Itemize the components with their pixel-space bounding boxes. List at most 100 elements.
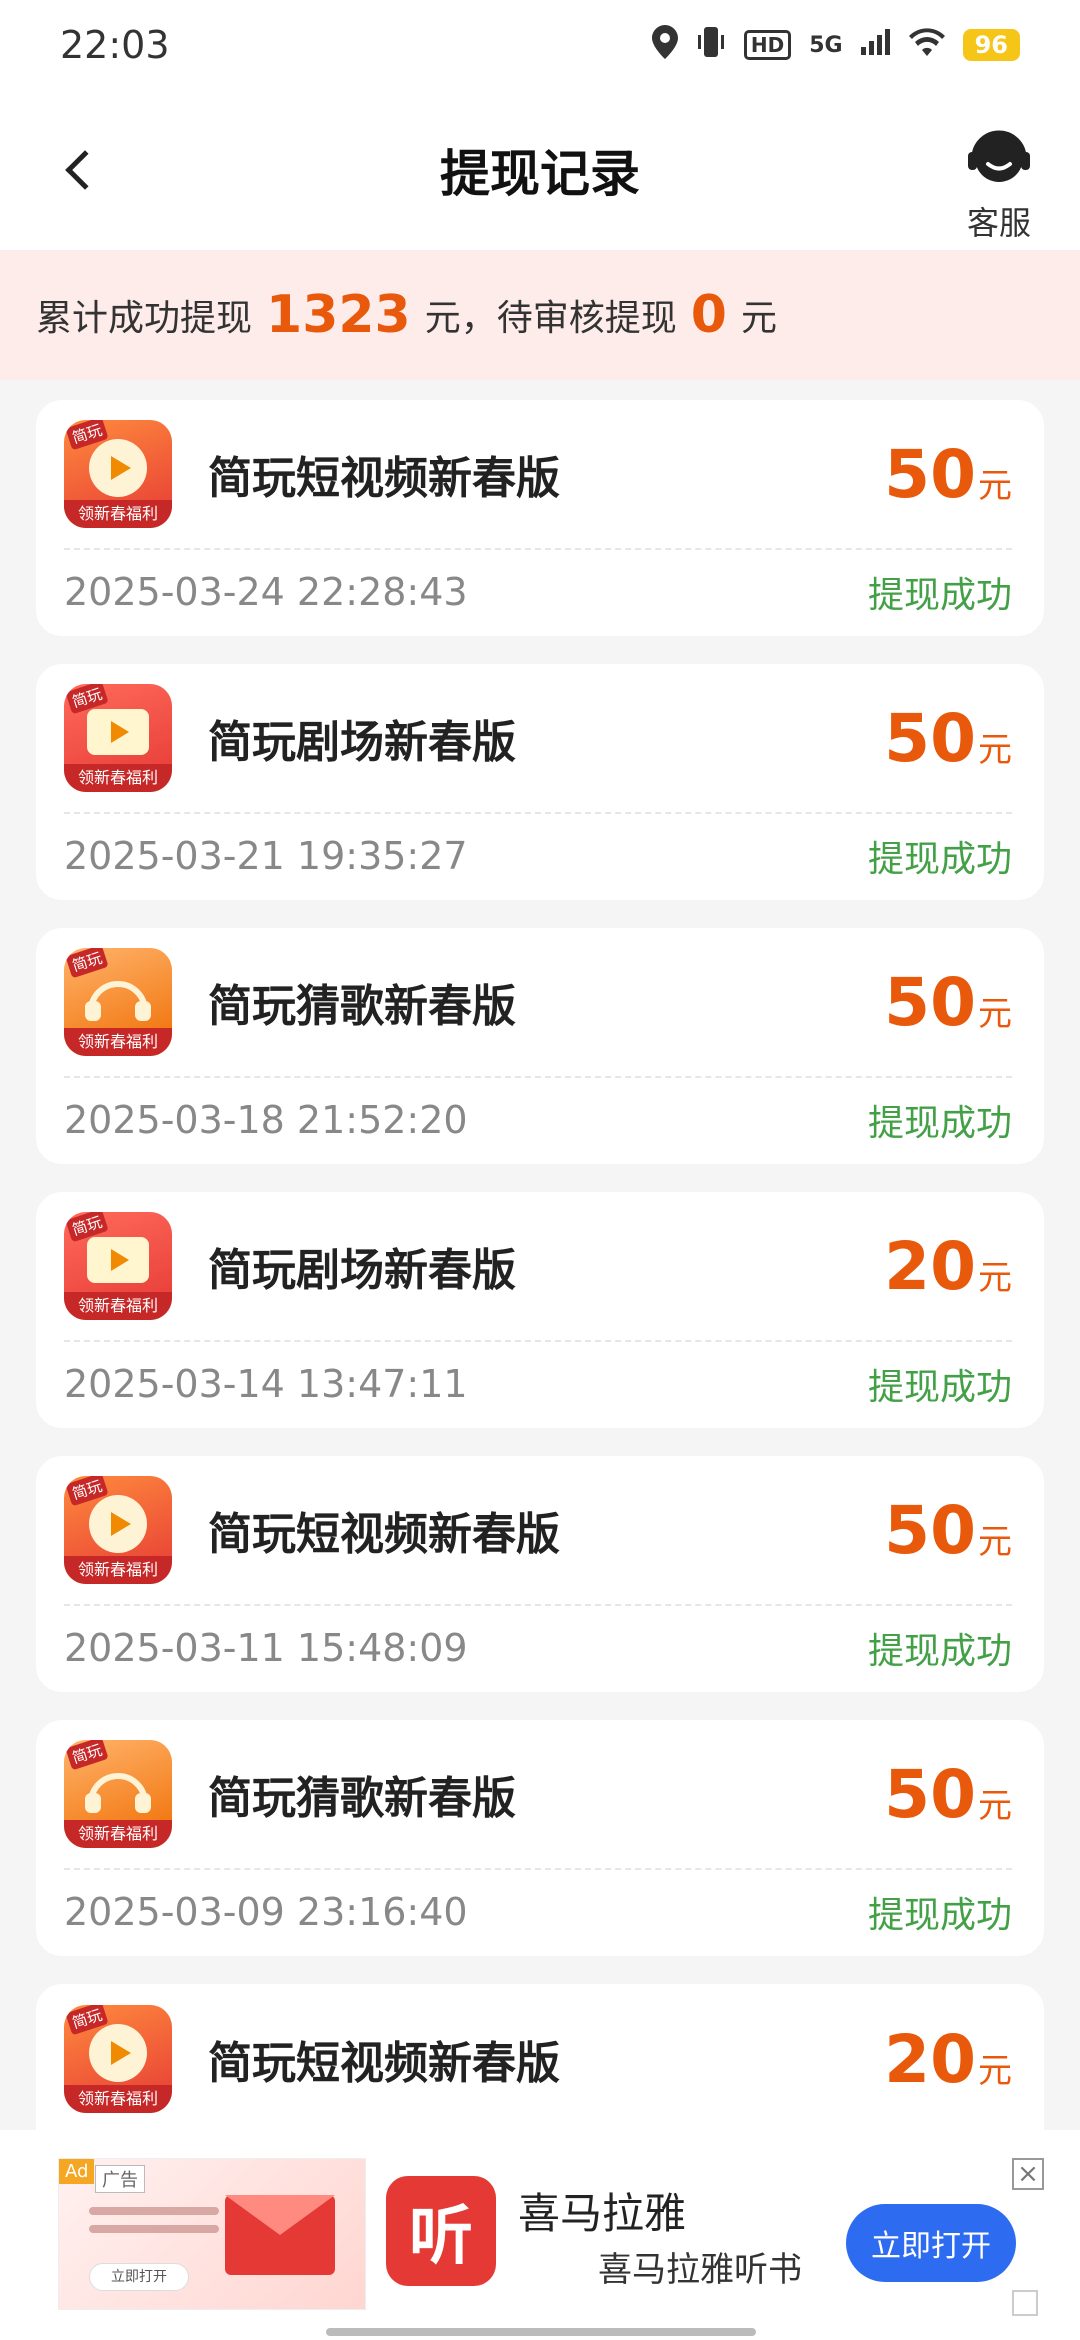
app-icon-ribbon: 领新春福利 <box>64 1028 172 1056</box>
record-card[interactable]: 简玩 领新春福利 简玩短视频新春版 50 元 2025-03-11 15:48:… <box>36 1456 1044 1692</box>
amount-value: 50 <box>884 963 976 1041</box>
location-icon <box>651 24 678 66</box>
record-status: 提现成功 <box>867 1631 1012 1672</box>
app-name: 简玩猜歌新春版 <box>208 981 516 1032</box>
app-icon: 简玩 领新春福利 <box>64 1212 172 1320</box>
headphones-icon <box>83 1763 153 1813</box>
app-icon: 简玩 领新春福利 <box>64 1740 172 1848</box>
summary-pending: 0 <box>690 285 727 345</box>
record-amount: 50 元 <box>884 436 1012 513</box>
ad-thumbnail[interactable]: Ad 广告 立即打开 <box>58 2158 366 2310</box>
ximalaya-logo-icon: 听 <box>386 2176 496 2286</box>
play-icon <box>89 1494 147 1553</box>
ad-open-button[interactable]: 立即打开 <box>846 2204 1016 2282</box>
record-status: 提现成功 <box>867 839 1012 880</box>
app-name: 简玩猜歌新春版 <box>208 1773 516 1824</box>
summary-prefix: 累计成功提现 <box>36 298 253 339</box>
app-icon: 简玩 领新春福利 <box>64 2005 172 2113</box>
record-card-bottom: 2025-03-14 13:47:11 提现成功 <box>64 1342 1012 1426</box>
record-card[interactable]: 简玩 领新春福利 简玩短视频新春版 50 元 2025-03-24 22:28:… <box>36 400 1044 636</box>
page-title: 提现记录 <box>440 145 640 203</box>
ad-close-icon[interactable]: × <box>1012 2158 1044 2190</box>
service-label: 客服 <box>966 204 1031 242</box>
record-card[interactable]: 简玩 领新春福利 简玩短视频新春版 20 元 <box>36 1984 1044 2144</box>
status-bar: 22:03 HD 5G 96 <box>0 0 1080 90</box>
app-icon-ribbon: 领新春福利 <box>64 2085 172 2113</box>
record-card-top: 简玩 领新春福利 简玩剧场新春版 50 元 <box>64 664 1012 814</box>
record-amount: 20 元 <box>884 1228 1012 1305</box>
ad-thumb-text-lines <box>89 2207 219 2243</box>
record-card[interactable]: 简玩 领新春福利 简玩剧场新春版 20 元 2025-03-14 13:47:1… <box>36 1192 1044 1428</box>
app-icon-ribbon: 领新春福利 <box>64 764 172 792</box>
record-card-bottom: 2025-03-11 15:48:09 提现成功 <box>64 1606 1012 1690</box>
record-card-bottom: 2025-03-21 19:35:27 提现成功 <box>64 814 1012 898</box>
headphones-icon <box>83 971 153 1021</box>
app-icon: 简玩 领新春福利 <box>64 684 172 792</box>
nav-bar: 提现记录 客服 <box>0 90 1080 250</box>
app-icon-ribbon: 领新春福利 <box>64 500 172 528</box>
record-time: 2025-03-14 13:47:11 <box>64 1362 468 1406</box>
record-amount: 50 元 <box>884 1492 1012 1569</box>
record-time: 2025-03-18 21:52:20 <box>64 1098 468 1142</box>
summary-total: 1323 <box>266 285 411 345</box>
record-card-top: 简玩 领新春福利 简玩剧场新春版 20 元 <box>64 1192 1012 1342</box>
record-card-bottom: 2025-03-09 23:16:40 提现成功 <box>64 1870 1012 1954</box>
hd-icon: HD <box>743 30 792 60</box>
status-icons: HD 5G 96 <box>651 24 1020 66</box>
record-time: 2025-03-24 22:28:43 <box>64 570 468 614</box>
amount-unit: 元 <box>978 465 1012 506</box>
record-card-bottom: 2025-03-18 21:52:20 提现成功 <box>64 1078 1012 1162</box>
vibrate-icon <box>696 25 726 66</box>
amount-value: 50 <box>884 699 976 777</box>
record-card[interactable]: 简玩 领新春福利 简玩剧场新春版 50 元 2025-03-21 19:35:2… <box>36 664 1044 900</box>
record-card-top: 简玩 领新春福利 简玩短视频新春版 20 元 <box>64 1984 1012 2134</box>
app-icon: 简玩 领新春福利 <box>64 948 172 1056</box>
amount-unit: 元 <box>978 1521 1012 1562</box>
customer-service-button[interactable]: 客服 <box>966 126 1032 244</box>
play-icon <box>89 2023 147 2082</box>
app-name: 简玩短视频新春版 <box>208 1509 560 1560</box>
record-status: 提现成功 <box>867 575 1012 616</box>
record-status: 提现成功 <box>867 1103 1012 1144</box>
record-card[interactable]: 简玩 领新春福利 简玩猜歌新春版 50 元 2025-03-09 23:16:4… <box>36 1720 1044 1956</box>
record-card-top: 简玩 领新春福利 简玩短视频新春版 50 元 <box>64 400 1012 550</box>
summary-suffix: 元 <box>740 298 777 339</box>
amount-value: 50 <box>884 435 976 513</box>
app-icon-ribbon: 领新春福利 <box>64 1820 172 1848</box>
play-icon <box>89 438 147 497</box>
ad-subtitle: 喜马拉雅听书 <box>598 2250 802 2290</box>
ad-thumb-button: 立即打开 <box>89 2263 189 2291</box>
ad-label: 广告 <box>95 2165 145 2193</box>
battery-icon: 96 <box>962 29 1020 61</box>
status-time: 22:03 <box>60 23 170 67</box>
red-envelope-icon <box>225 2195 335 2275</box>
record-card-top: 简玩 领新春福利 简玩短视频新春版 50 元 <box>64 1456 1012 1606</box>
chevron-left-icon <box>65 150 105 190</box>
record-card[interactable]: 简玩 领新春福利 简玩猜歌新春版 50 元 2025-03-18 21:52:2… <box>36 928 1044 1164</box>
ad-title: 喜马拉雅 <box>518 2189 687 2238</box>
app-icon: 简玩 领新春福利 <box>64 1476 172 1584</box>
record-amount: 50 元 <box>884 1756 1012 1833</box>
headset-icon <box>966 126 1032 192</box>
tv-play-icon <box>87 1236 149 1283</box>
record-status: 提现成功 <box>867 1895 1012 1936</box>
record-amount: 50 元 <box>884 700 1012 777</box>
ad-corner-icon <box>1012 2290 1038 2316</box>
record-amount: 20 元 <box>884 2021 1012 2098</box>
wifi-icon <box>908 27 945 63</box>
app-icon: 简玩 领新春福利 <box>64 420 172 528</box>
back-button[interactable] <box>50 140 110 200</box>
amount-unit: 元 <box>978 993 1012 1034</box>
app-name: 简玩剧场新春版 <box>208 717 516 768</box>
amount-unit: 元 <box>978 2050 1012 2091</box>
ad-tag: Ad <box>59 2159 95 2184</box>
record-card-top: 简玩 领新春福利 简玩猜歌新春版 50 元 <box>64 1720 1012 1870</box>
tv-play-icon <box>87 708 149 755</box>
record-status: 提现成功 <box>867 1367 1012 1408</box>
app-name: 简玩短视频新春版 <box>208 2038 560 2089</box>
app-icon-ribbon: 领新春福利 <box>64 1292 172 1320</box>
ad-banner[interactable]: Ad 广告 立即打开 听 喜马拉雅 喜马拉雅听书 立即打开 × <box>0 2130 1080 2340</box>
record-card-top: 简玩 领新春福利 简玩猜歌新春版 50 元 <box>64 928 1012 1078</box>
amount-unit: 元 <box>978 1785 1012 1826</box>
home-indicator[interactable] <box>326 2328 756 2336</box>
